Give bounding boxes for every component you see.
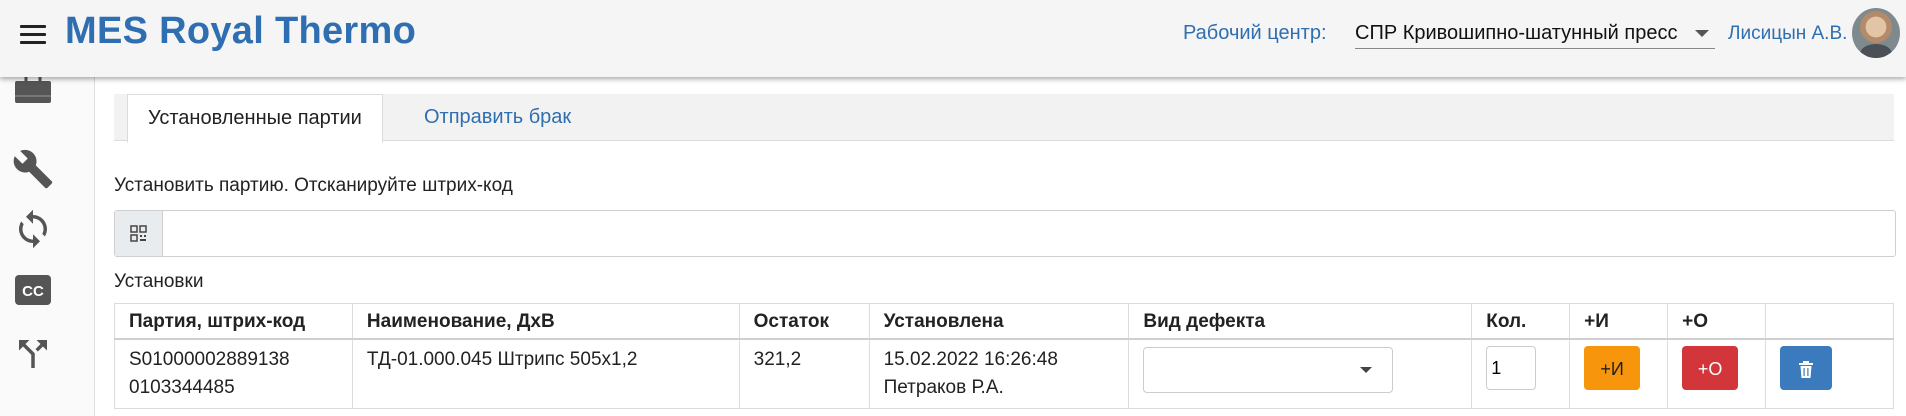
- work-center-label: Рабочий центр:: [1183, 22, 1327, 44]
- avatar[interactable]: [1852, 8, 1900, 58]
- chevron-down-icon: [1360, 367, 1373, 373]
- scan-label: Установить партию. Отсканируйте штрих-ко…: [114, 175, 513, 196]
- qr-code-icon: [115, 211, 163, 256]
- app-title: MES Royal Thermo: [65, 10, 417, 52]
- batch-barcode: 0103344485: [129, 377, 235, 398]
- sidebar: CC: [0, 73, 95, 416]
- cell-name: ТД-01.000.045 Штрипс 505х1,2: [351, 338, 740, 409]
- briefcase-icon[interactable]: [12, 73, 54, 119]
- cell-installed: 15.02.2022 16:26:48 Петраков Р.А.: [868, 338, 1130, 409]
- tabs-bar: Установленные партии Отправить брак: [114, 94, 1894, 143]
- user-name[interactable]: Лисицын А.В.: [1728, 23, 1847, 45]
- trash-icon: [1799, 361, 1814, 379]
- installed-datetime: 15.02.2022 16:26:48: [883, 349, 1058, 370]
- top-bar: MES Royal Thermo Рабочий центр: СПР Крив…: [0, 0, 1906, 77]
- installed-by: Петраков Р.А.: [883, 377, 1004, 398]
- cell-batch: S01000002889138 0103344485: [114, 338, 353, 409]
- cell-remainder: 321,2: [738, 338, 870, 409]
- qty-input[interactable]: [1486, 346, 1537, 390]
- cell-defect-type: [1128, 338, 1473, 409]
- main-content: Установленные партии Отправить брак Уста…: [114, 77, 1896, 416]
- col-header-installed: Установлена: [868, 303, 1130, 340]
- col-header-qty: Кол.: [1471, 303, 1571, 340]
- tab-installed-batches[interactable]: Установленные партии: [127, 94, 383, 143]
- scan-field: [114, 210, 1896, 258]
- refresh-icon[interactable]: [12, 208, 54, 250]
- table-header-row: Партия, штрих-код Наименование, ДхВ Оста…: [114, 303, 1894, 340]
- wrench-icon[interactable]: [12, 148, 54, 190]
- col-header-name: Наименование, ДхВ: [351, 303, 740, 340]
- cell-plus-i: +И: [1569, 338, 1669, 409]
- plus-i-button[interactable]: +И: [1584, 346, 1641, 390]
- cc-icon[interactable]: CC: [12, 269, 54, 311]
- svg-text:CC: CC: [22, 283, 44, 300]
- cell-plus-o: +О: [1667, 338, 1767, 409]
- col-header-actions: [1765, 303, 1894, 340]
- col-header-remainder: Остаток: [738, 303, 870, 340]
- defect-type-select[interactable]: [1143, 347, 1394, 393]
- tab-send-defect[interactable]: Отправить брак: [404, 94, 591, 140]
- col-header-plus-o: +О: [1667, 303, 1767, 340]
- table-row: S01000002889138 0103344485 ТД-01.000.045…: [114, 338, 1894, 409]
- plus-o-button[interactable]: +О: [1682, 346, 1739, 390]
- menu-icon[interactable]: [20, 25, 46, 47]
- cell-qty: [1471, 338, 1571, 409]
- col-header-batch: Партия, штрих-код: [114, 303, 353, 340]
- installations-label: Установки: [114, 271, 204, 292]
- delete-button[interactable]: [1780, 346, 1833, 390]
- col-header-plus-i: +И: [1569, 303, 1669, 340]
- work-center-value: СПР Кривошипно-шатунный пресс: [1355, 22, 1678, 44]
- work-center-select[interactable]: СПР Кривошипно-шатунный пресс: [1355, 18, 1715, 49]
- col-header-defect-type: Вид дефекта: [1128, 303, 1473, 340]
- cell-delete: [1765, 338, 1894, 409]
- installations-table: Партия, штрих-код Наименование, ДхВ Оста…: [114, 303, 1894, 409]
- batch-number: S01000002889138: [129, 349, 290, 370]
- barcode-input[interactable]: [165, 211, 1889, 258]
- split-arrow-icon[interactable]: [12, 333, 54, 375]
- chevron-down-icon: [1695, 30, 1709, 37]
